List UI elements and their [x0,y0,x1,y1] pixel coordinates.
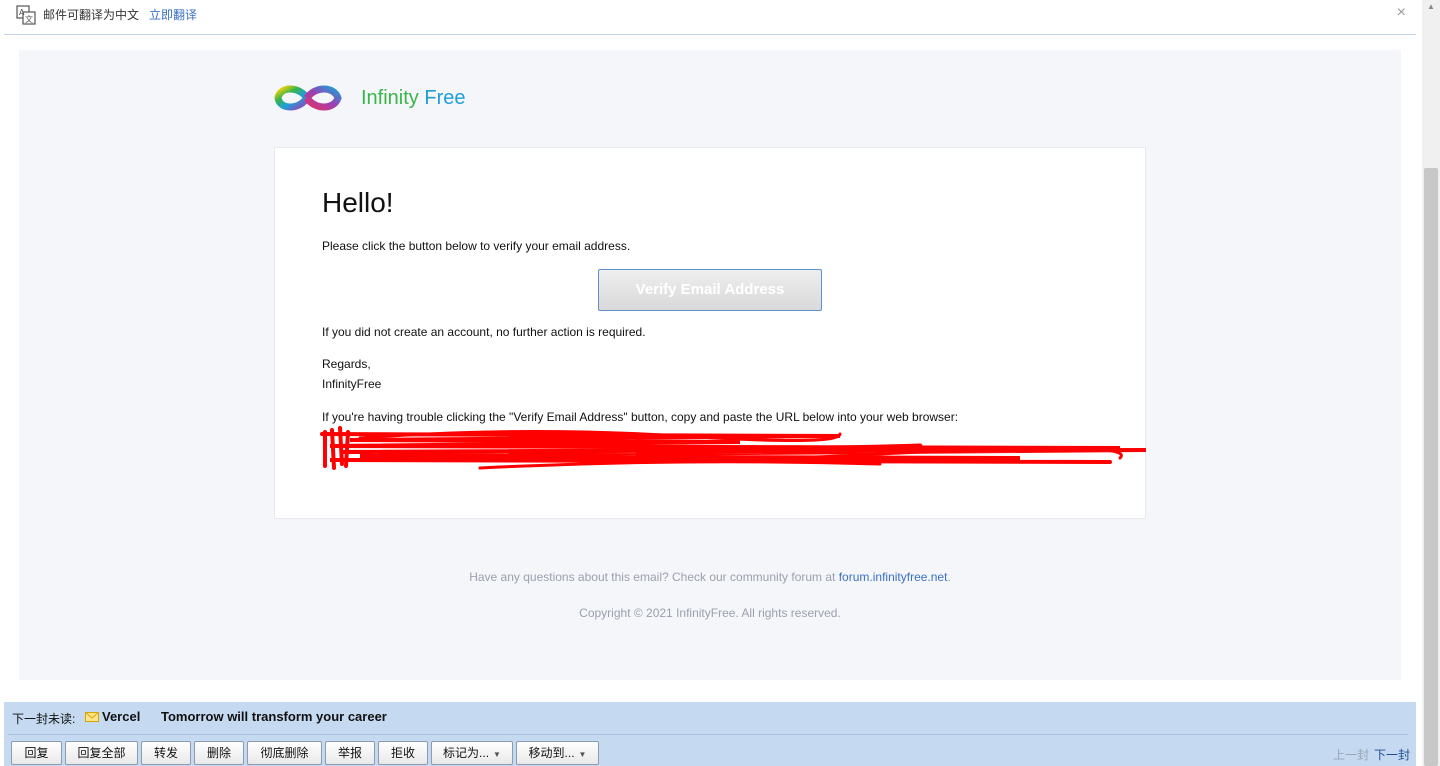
scrollbar-thumb[interactable] [1424,168,1438,766]
reply-button[interactable]: 回复 [11,741,62,765]
translate-bar: A 文 邮件可翻译为中文 立即翻译 × [4,0,1416,35]
reply-all-button[interactable]: 回复全部 [65,741,138,765]
footer-copyright: Copyright © 2021 InfinityFree. All right… [579,606,841,620]
mark-as-label: 标记为... [443,746,490,760]
trouble-text: If you're having trouble clicking the "V… [322,410,959,424]
email-heading: Hello! [322,187,394,218]
previous-mail-link[interactable]: 上一封 [1333,746,1369,763]
regards-text: Regards, [322,357,371,371]
next-unread-subject[interactable]: Tomorrow will transform your career [161,709,387,724]
close-icon[interactable]: × [1397,4,1406,22]
forward-button[interactable]: 转发 [141,741,191,765]
logo-word-free: Free [424,87,466,109]
next-unread-label: 下一封未读: [12,712,76,726]
forum-link[interactable]: forum.infinityfree.net [839,570,948,584]
footer-question-text: Have any questions about this email? Che… [469,570,839,584]
verify-email-button[interactable]: Verify Email Address [598,269,822,311]
reject-button[interactable]: 拒收 [378,741,428,765]
svg-text:文: 文 [25,14,33,24]
divider [8,734,1408,735]
move-to-dropdown[interactable]: 移动到... ▼ [516,741,599,765]
delete-permanently-button[interactable]: 彻底删除 [247,741,322,765]
logo-word-infinity: Infinity [361,87,419,109]
footer-period: . [947,570,951,584]
next-mail-link[interactable]: 下一封 [1374,746,1410,763]
envelope-icon [85,712,99,722]
no-action-text: If you did not create an account, no fur… [322,325,646,339]
translate-prompt: 邮件可翻译为中文 [43,8,140,22]
translate-icon: A 文 [16,5,36,25]
logo-wordmark: Infinity Free [361,87,466,110]
infinityfree-logo-icon [274,85,342,111]
next-unread-sender[interactable]: Vercel [102,709,140,724]
mark-as-dropdown[interactable]: 标记为... ▼ [431,741,513,765]
intro-text: Please click the button below to verify … [322,239,631,253]
translate-now-link[interactable]: 立即翻译 [149,6,197,23]
delete-button[interactable]: 删除 [194,741,244,765]
move-to-label: 移动到... [528,746,575,760]
chevron-down-icon: ▼ [578,750,587,759]
scroll-up-arrow-icon[interactable]: ▲ [1424,2,1438,16]
redaction-scribble [320,426,1146,470]
report-button[interactable]: 举报 [325,741,375,765]
signature-text: InfinityFree [322,377,382,391]
footer-question: Have any questions about this email? Che… [0,570,1420,584]
chevron-down-icon: ▼ [493,750,501,759]
